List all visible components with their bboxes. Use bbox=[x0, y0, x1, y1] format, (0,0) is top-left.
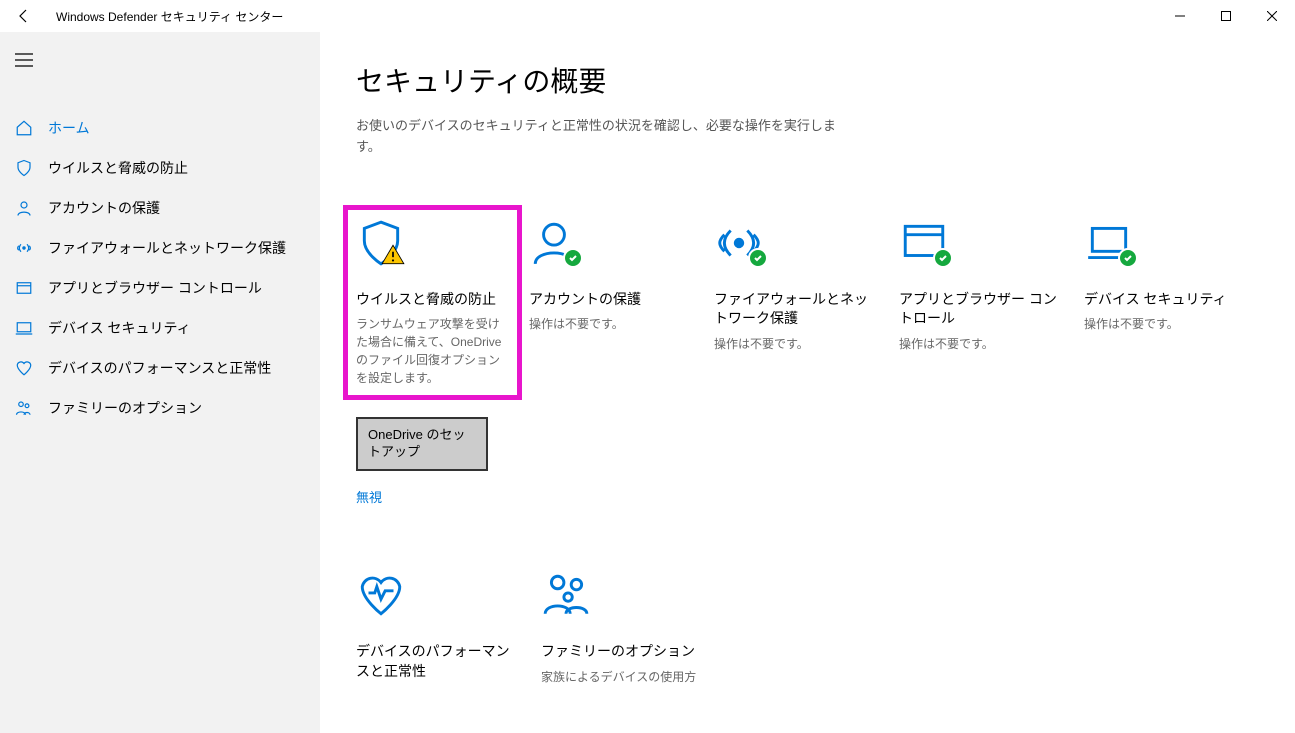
window-title: Windows Defender セキュリティ センター bbox=[48, 8, 283, 25]
window-icon bbox=[14, 278, 34, 298]
sidebar: ホーム ウイルスと脅威の防止 アカウントの保護 ファイアウォールとネットワーク保… bbox=[0, 32, 320, 733]
main-content: セキュリティの概要 お使いのデバイスのセキュリティと正常性の状況を確認し、必要な… bbox=[320, 32, 1295, 733]
card-family-options[interactable]: ファミリーのオプション 家族によるデバイスの使用方 bbox=[541, 570, 706, 687]
warning-triangle-icon bbox=[380, 242, 406, 268]
family-group-icon bbox=[541, 570, 706, 626]
ignore-link[interactable]: 無視 bbox=[356, 487, 509, 506]
network-ok-icon bbox=[714, 218, 879, 274]
checkmark-badge-icon bbox=[933, 248, 953, 268]
sidebar-item-account[interactable]: アカウントの保護 bbox=[0, 188, 320, 228]
page-subtitle: お使いのデバイスのセキュリティと正常性の状況を確認し、必要な操作を実行します。 bbox=[356, 116, 856, 158]
card-desc: 家族によるデバイスの使用方 bbox=[541, 668, 706, 686]
shield-warning-icon bbox=[356, 218, 509, 274]
titlebar: Windows Defender セキュリティ センター bbox=[0, 0, 1295, 32]
sidebar-item-label: ファイアウォールとネットワーク保護 bbox=[48, 238, 320, 258]
window-controls bbox=[1157, 0, 1295, 32]
card-title: アプリとブラウザー コントロール bbox=[899, 290, 1064, 329]
sidebar-item-label: デバイスのパフォーマンスと正常性 bbox=[48, 358, 320, 378]
person-ok-icon bbox=[529, 218, 694, 274]
sidebar-item-home[interactable]: ホーム bbox=[0, 108, 320, 148]
card-desc: 操作は不要です。 bbox=[899, 335, 1064, 353]
card-firewall[interactable]: ファイアウォールとネットワーク保護 操作は不要です。 bbox=[714, 218, 879, 506]
card-title: ウイルスと脅威の防止 bbox=[356, 290, 509, 310]
sidebar-item-device-security[interactable]: デバイス セキュリティ bbox=[0, 308, 320, 348]
checkmark-badge-icon bbox=[563, 248, 583, 268]
card-app-browser[interactable]: アプリとブラウザー コントロール 操作は不要です。 bbox=[899, 218, 1064, 506]
device-icon bbox=[14, 318, 34, 338]
sidebar-item-label: デバイス セキュリティ bbox=[48, 318, 320, 338]
minimize-icon bbox=[1175, 11, 1185, 21]
card-account-protection[interactable]: アカウントの保護 操作は不要です。 bbox=[529, 218, 694, 506]
card-device-security[interactable]: デバイス セキュリティ 操作は不要です。 bbox=[1084, 218, 1249, 506]
sidebar-item-firewall[interactable]: ファイアウォールとネットワーク保護 bbox=[0, 228, 320, 268]
card-desc: 操作は不要です。 bbox=[529, 315, 694, 333]
family-icon bbox=[14, 398, 34, 418]
card-title: アカウントの保護 bbox=[529, 290, 694, 310]
card-title: デバイス セキュリティ bbox=[1084, 290, 1249, 310]
sidebar-item-health[interactable]: デバイスのパフォーマンスと正常性 bbox=[0, 348, 320, 388]
checkmark-badge-icon bbox=[1118, 248, 1138, 268]
shield-icon bbox=[14, 158, 34, 178]
arrow-left-icon bbox=[16, 8, 32, 24]
minimize-button[interactable] bbox=[1157, 0, 1203, 32]
onedrive-setup-button[interactable]: OneDrive のセットアップ bbox=[356, 417, 488, 471]
card-title: ファイアウォールとネットワーク保護 bbox=[714, 290, 879, 329]
close-icon bbox=[1267, 11, 1277, 21]
window-ok-icon bbox=[899, 218, 1064, 274]
person-icon bbox=[14, 198, 34, 218]
maximize-button[interactable] bbox=[1203, 0, 1249, 32]
sidebar-item-virus[interactable]: ウイルスと脅威の防止 bbox=[0, 148, 320, 188]
back-button[interactable] bbox=[0, 0, 48, 32]
heart-icon bbox=[14, 358, 34, 378]
sidebar-item-label: ウイルスと脅威の防止 bbox=[48, 158, 320, 178]
card-title: デバイスのパフォーマンスと正常性 bbox=[356, 642, 521, 681]
card-desc: ランサムウェア攻撃を受けた場合に備えて、OneDrive のファイル回復オプショ… bbox=[356, 315, 509, 387]
hamburger-button[interactable] bbox=[0, 40, 48, 80]
sidebar-item-label: ホーム bbox=[48, 118, 320, 138]
sidebar-item-label: アプリとブラウザー コントロール bbox=[48, 278, 320, 298]
sidebar-item-appbrowser[interactable]: アプリとブラウザー コントロール bbox=[0, 268, 320, 308]
sidebar-item-family[interactable]: ファミリーのオプション bbox=[0, 388, 320, 428]
card-desc: 操作は不要です。 bbox=[714, 335, 879, 353]
close-button[interactable] bbox=[1249, 0, 1295, 32]
home-icon bbox=[14, 118, 34, 138]
page-title: セキュリティの概要 bbox=[356, 60, 1259, 100]
sidebar-item-label: ファミリーのオプション bbox=[48, 398, 320, 418]
cards-grid: ウイルスと脅威の防止 ランサムウェア攻撃を受けた場合に備えて、OneDrive … bbox=[356, 218, 1259, 688]
card-title: ファミリーのオプション bbox=[541, 642, 706, 662]
hamburger-icon bbox=[15, 53, 33, 67]
heart-pulse-icon bbox=[356, 570, 521, 626]
maximize-icon bbox=[1221, 11, 1231, 21]
card-device-health[interactable]: デバイスのパフォーマンスと正常性 bbox=[356, 570, 521, 687]
checkmark-badge-icon bbox=[748, 248, 768, 268]
card-desc: 操作は不要です。 bbox=[1084, 315, 1249, 333]
sidebar-item-label: アカウントの保護 bbox=[48, 198, 320, 218]
card-virus-threat[interactable]: ウイルスと脅威の防止 ランサムウェア攻撃を受けた場合に備えて、OneDrive … bbox=[350, 212, 515, 394]
laptop-ok-icon bbox=[1084, 218, 1249, 274]
network-icon bbox=[14, 238, 34, 258]
